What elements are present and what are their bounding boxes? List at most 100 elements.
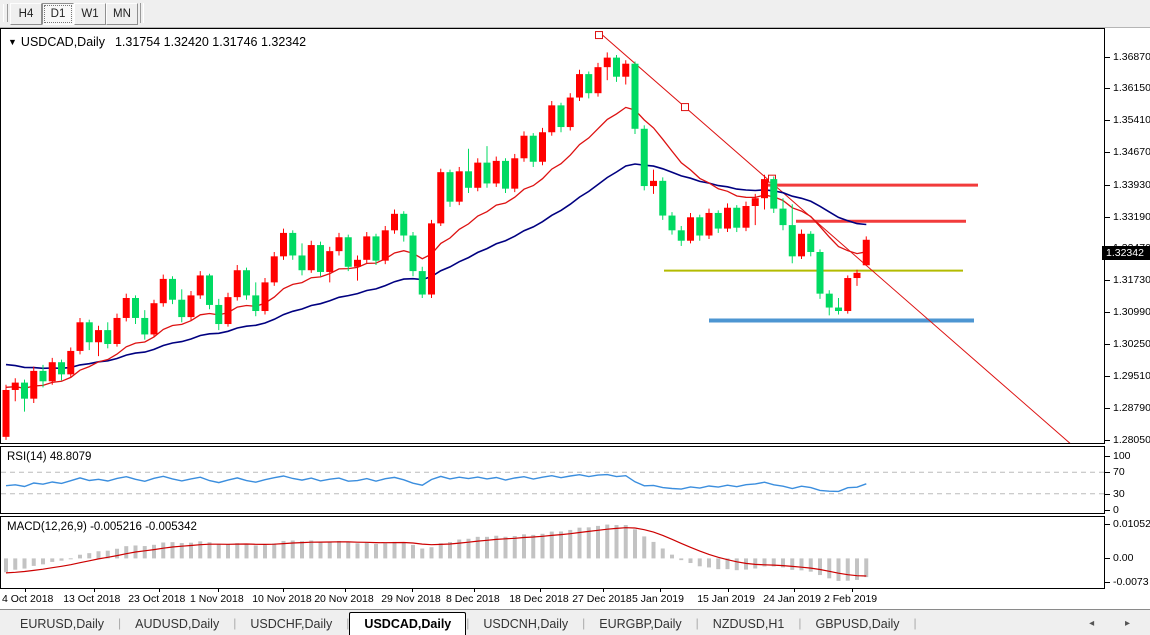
candle-down bbox=[104, 322, 111, 348]
macd-histogram-bar bbox=[152, 545, 156, 559]
price-tick-label: 1.30250 bbox=[1113, 338, 1150, 350]
price-tick-label: 1.36870 bbox=[1113, 51, 1150, 63]
main-chart-panel[interactable]: ▼USDCAD,Daily1.31754 1.32420 1.31746 1.3… bbox=[0, 28, 1105, 444]
macd-histogram-bar bbox=[161, 543, 165, 559]
timeframe-button-d1[interactable]: D1 bbox=[42, 3, 74, 25]
candle-up bbox=[114, 314, 121, 347]
macd-histogram-bar bbox=[328, 542, 332, 559]
macd-histogram-bar bbox=[735, 558, 739, 570]
price-tick-label: 1.31730 bbox=[1113, 274, 1150, 286]
macd-label: MACD(12,26,9) -0.005216 -0.005342 bbox=[7, 521, 197, 533]
candle-down bbox=[632, 62, 639, 134]
trendline-handle-1[interactable] bbox=[596, 32, 603, 39]
candle-down bbox=[410, 232, 417, 276]
price-tick-mark bbox=[1105, 376, 1110, 377]
candle-down bbox=[696, 215, 703, 241]
macd-indicator-panel[interactable]: MACD(12,26,9) -0.005216 -0.005342 bbox=[0, 516, 1105, 589]
macd-histogram-bar bbox=[837, 558, 841, 581]
slow-ma-line bbox=[6, 164, 866, 368]
macd-histogram-bar bbox=[698, 558, 702, 566]
candle-up bbox=[67, 347, 74, 377]
date-tick-mark bbox=[159, 588, 160, 592]
descending-trendline[interactable] bbox=[601, 34, 1079, 443]
candle-up bbox=[604, 52, 611, 80]
macd-histogram-bar bbox=[476, 537, 480, 559]
date-tick-label: 2 Feb 2019 bbox=[824, 593, 877, 605]
candle-up bbox=[428, 220, 435, 298]
candle-down bbox=[419, 267, 426, 298]
candle-up bbox=[724, 203, 731, 232]
chart-tab-usdcad[interactable]: USDCAD,Daily bbox=[349, 612, 466, 635]
candle-up bbox=[271, 252, 278, 286]
candle-up bbox=[30, 367, 37, 403]
date-tick-label: 24 Jan 2019 bbox=[763, 593, 821, 605]
candle-down bbox=[289, 230, 296, 260]
candle-up bbox=[854, 270, 861, 286]
macd-histogram-bar bbox=[309, 541, 313, 559]
candle-down bbox=[715, 210, 722, 233]
chart-tab-nzdusd[interactable]: NZDUSD,H1 bbox=[699, 613, 799, 635]
macd-histogram-bar bbox=[393, 542, 397, 559]
chart-tab-eurusd[interactable]: EURUSD,Daily bbox=[6, 613, 118, 635]
chart-tab-usdcnh[interactable]: USDCNH,Daily bbox=[469, 613, 582, 635]
tab-separator: | bbox=[914, 616, 917, 635]
price-tick-mark bbox=[1105, 185, 1110, 186]
tab-scroll-arrows[interactable]: ◂ ▸ bbox=[1089, 618, 1144, 629]
candle-down bbox=[669, 212, 676, 235]
rsi-axis-label-tick bbox=[1105, 494, 1110, 495]
timeframe-button-h4[interactable]: H4 bbox=[10, 3, 42, 25]
candle-down bbox=[789, 204, 796, 263]
timeframe-button-w1[interactable]: W1 bbox=[74, 3, 106, 25]
candle-up bbox=[687, 213, 694, 243]
candle-up bbox=[363, 232, 370, 263]
macd-histogram-bar bbox=[180, 543, 184, 558]
rsi-line bbox=[6, 475, 866, 492]
price-tick-mark bbox=[1105, 88, 1110, 89]
fast-ma-line bbox=[6, 107, 866, 388]
macd-histogram-bar bbox=[402, 542, 406, 558]
rsi-chart-canvas[interactable] bbox=[1, 447, 1104, 513]
rsi-axis-label: 0 bbox=[1113, 504, 1119, 516]
macd-histogram-bar bbox=[263, 545, 267, 558]
macd-histogram-bar bbox=[365, 543, 369, 559]
macd-histogram-bar bbox=[633, 529, 637, 558]
candle-up bbox=[567, 93, 574, 130]
candle-up bbox=[3, 385, 10, 440]
candle-up bbox=[650, 170, 657, 194]
candle-down bbox=[373, 234, 380, 265]
candle-down bbox=[58, 360, 65, 381]
date-tick-label: 18 Dec 2018 bbox=[509, 593, 569, 605]
candle-down bbox=[243, 268, 250, 300]
macd-histogram-bar bbox=[679, 558, 683, 560]
chart-tab-usdchf[interactable]: USDCHF,Daily bbox=[236, 613, 346, 635]
date-tick-label: 4 Oct 2018 bbox=[2, 593, 53, 605]
date-tick-mark bbox=[283, 588, 284, 592]
rsi-indicator-panel[interactable]: RSI(14) 48.8079 bbox=[0, 446, 1105, 514]
toolbar-grip-icon[interactable] bbox=[3, 4, 8, 22]
candlestick-chart-canvas[interactable] bbox=[1, 29, 1104, 443]
macd-histogram-bar bbox=[32, 558, 36, 565]
macd-histogram-bar bbox=[272, 543, 276, 558]
candle-up bbox=[391, 209, 398, 233]
trendline-handle-2[interactable] bbox=[682, 104, 689, 111]
candle-down bbox=[178, 289, 185, 322]
price-tick-label: 1.33930 bbox=[1113, 179, 1150, 191]
timeframe-button-mn[interactable]: MN bbox=[106, 3, 138, 25]
macd-histogram-bar bbox=[383, 543, 387, 558]
price-tick-label: 1.34670 bbox=[1113, 146, 1150, 158]
date-tick-mark bbox=[603, 588, 604, 592]
chart-tab-gbpusd[interactable]: GBPUSD,Daily bbox=[801, 613, 913, 635]
macd-histogram-bar bbox=[411, 545, 415, 558]
chart-tab-eurgbp[interactable]: EURGBP,Daily bbox=[585, 613, 695, 635]
candle-up bbox=[151, 300, 158, 337]
price-tick-mark bbox=[1105, 152, 1110, 153]
date-tick-mark bbox=[852, 588, 853, 592]
candle-up bbox=[863, 236, 870, 265]
macd-histogram-bar bbox=[319, 542, 323, 559]
candle-up bbox=[844, 275, 851, 313]
candle-up bbox=[188, 291, 195, 321]
chart-tab-audusd[interactable]: AUDUSD,Daily bbox=[121, 613, 233, 635]
candle-up bbox=[511, 154, 518, 192]
symbol-dropdown-icon[interactable]: ▼ bbox=[8, 37, 17, 47]
macd-histogram-bar bbox=[50, 558, 54, 562]
